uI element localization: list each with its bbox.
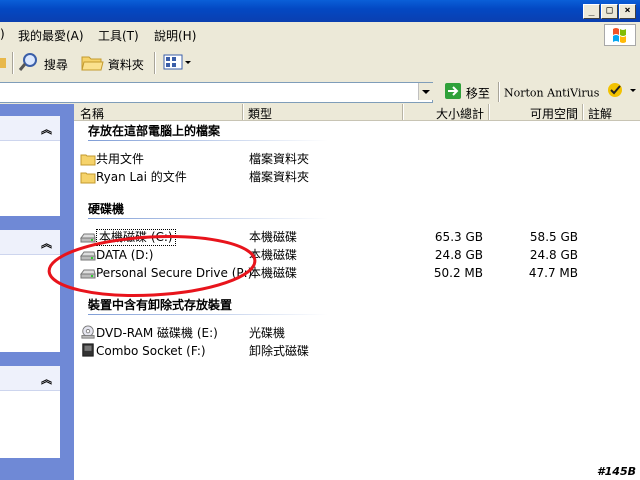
column-comment[interactable]: 註解: [588, 105, 612, 122]
go-button[interactable]: 移至: [444, 82, 490, 102]
red-annotation-ellipse: [47, 235, 257, 297]
search-label: 搜尋: [43, 58, 68, 72]
go-label: 移至: [465, 86, 490, 101]
folder-icon: [80, 154, 96, 166]
list-item[interactable]: DVD-RAM 磁碟機 (E:) 光碟機: [78, 324, 578, 342]
column-total-size[interactable]: 大小總計: [408, 105, 484, 122]
collapse-chevron-icon[interactable]: ︽: [41, 121, 52, 137]
views-button[interactable]: [162, 52, 192, 74]
menu-bar: ) 我的最愛(A) 工具(T) 說明(H): [0, 22, 640, 47]
item-free-space: 58.5 GB: [529, 230, 578, 244]
collapse-chevron-icon[interactable]: ︽: [41, 371, 52, 387]
column-name[interactable]: 名稱: [80, 105, 104, 122]
column-type[interactable]: 類型: [248, 105, 272, 122]
chevron-down-icon: [422, 90, 430, 94]
column-header: 名稱 類型 大小總計 可用空間 註解: [74, 104, 640, 121]
item-type: 光碟機: [249, 326, 286, 340]
item-type: 卸除式磁碟: [249, 344, 310, 358]
search-button[interactable]: 搜尋: [18, 52, 68, 74]
norton-dropdown-icon[interactable]: [628, 82, 638, 105]
norton-shield-icon: [607, 82, 625, 105]
task-panel-3-header[interactable]: ︽: [0, 366, 60, 391]
item-type: 檔案資料夾: [249, 170, 310, 184]
minimize-button[interactable]: _: [583, 4, 600, 19]
group-divider: [88, 218, 328, 219]
group-header-stored-files: 存放在這部電腦上的檔案: [88, 124, 221, 138]
close-button[interactable]: ×: [619, 4, 636, 19]
item-name: Ryan Lai 的文件: [96, 170, 187, 184]
item-type: 檔案資料夾: [249, 152, 310, 166]
column-free-space[interactable]: 可用空間: [494, 105, 578, 122]
menu-favorites[interactable]: 我的最愛(A): [18, 27, 84, 44]
group-header-hard-drives: 硬碟機: [88, 202, 125, 216]
item-name: 共用文件: [96, 152, 145, 166]
norton-label: Norton AntiVirus: [504, 86, 600, 100]
group-divider: [88, 140, 328, 141]
folders-button[interactable]: 資料夾: [80, 52, 144, 74]
item-free-space: 24.8 GB: [529, 248, 578, 262]
views-icon: [162, 52, 192, 79]
item-total-size: 24.8 GB: [434, 248, 483, 262]
go-arrow-icon: [444, 82, 462, 106]
maximize-button[interactable]: □: [601, 4, 618, 19]
card-reader-icon: [82, 343, 94, 357]
task-panel-1-header[interactable]: ︽: [0, 116, 60, 141]
group-divider: [88, 314, 328, 315]
item-name: Combo Socket (F:): [96, 344, 206, 358]
item-name: DVD-RAM 磁碟機 (E:): [96, 326, 218, 340]
item-total-size: 65.3 GB: [434, 230, 483, 244]
dvd-drive-icon: [81, 325, 95, 339]
toolbar-up-partial-icon[interactable]: [0, 52, 8, 74]
title-bar: _ □ ×: [0, 0, 640, 22]
item-total-size: 50.2 MB: [433, 266, 483, 280]
item-free-space: 47.7 MB: [528, 266, 578, 280]
list-item[interactable]: Ryan Lai 的文件 檔案資料夾: [78, 168, 578, 186]
folders-label: 資料夾: [107, 58, 144, 72]
menu-help[interactable]: 說明(H): [154, 27, 196, 44]
address-dropdown-button[interactable]: [418, 83, 433, 100]
folder-icon: [80, 52, 104, 79]
list-item[interactable]: Combo Socket (F:) 卸除式磁碟: [78, 342, 578, 360]
address-input[interactable]: [0, 82, 433, 103]
menu-view-partial[interactable]: ): [0, 27, 5, 41]
toolbar: 搜尋 資料夾: [0, 46, 640, 81]
list-item[interactable]: 共用文件 檔案資料夾: [78, 150, 578, 168]
norton-antivirus-button[interactable]: Norton AntiVirus: [504, 82, 638, 102]
menu-tools[interactable]: 工具(T): [98, 27, 139, 44]
folder-icon: [80, 172, 96, 184]
windows-logo-icon: [604, 24, 636, 46]
image-stamp: #145B: [597, 465, 636, 478]
search-icon: [18, 52, 40, 79]
